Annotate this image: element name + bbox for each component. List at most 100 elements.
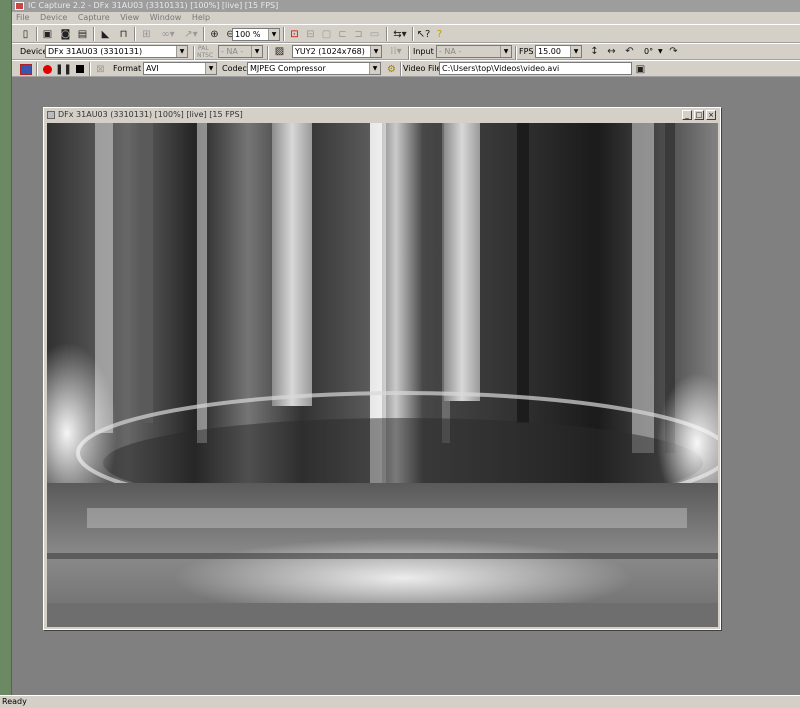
video-norm-select[interactable]: - NA - ▼ [218, 45, 263, 58]
menu-view[interactable]: View [116, 12, 143, 24]
paste-icon[interactable]: ▭ [367, 27, 382, 41]
chevron-down-icon: ▼ [370, 46, 381, 57]
desktop-edge [0, 0, 12, 695]
flip-horizontal-icon[interactable]: ↔ [604, 44, 619, 58]
device-value: DFx 31AU03 (3310131) [48, 47, 143, 56]
close-button[interactable]: × [706, 110, 716, 120]
histogram-icon[interactable]: ◣ [98, 27, 113, 41]
video-file-field[interactable]: C:\Users\top\Videos\video.avi [439, 62, 632, 75]
zoom-in-icon[interactable]: ⊕ [207, 27, 222, 41]
menu-device[interactable]: Device [36, 12, 71, 24]
stop-icon [75, 65, 84, 73]
context-help-icon[interactable]: ↖? [416, 27, 431, 41]
codec-properties-icon[interactable]: ⚙ [384, 62, 399, 76]
record-button[interactable] [40, 62, 55, 76]
new-file-icon[interactable]: ▯ [18, 27, 33, 41]
capture-settings-glyph [19, 63, 32, 75]
ntsc-label: NTSC [197, 52, 214, 59]
codec-label: Codec [222, 64, 247, 73]
menu-window[interactable]: Window [146, 12, 186, 24]
chevron-down-icon: ▼ [176, 46, 187, 57]
rotate-right-icon[interactable]: ↷ [666, 44, 681, 58]
toolbar-separator [89, 62, 91, 76]
save-icon[interactable]: ▣ [40, 27, 55, 41]
app-icon [15, 2, 24, 10]
input-select[interactable]: - NA - ▼ [436, 45, 512, 58]
menu-file[interactable]: File [12, 12, 33, 24]
crop-icon[interactable]: ⊏ [335, 27, 350, 41]
toolbar-separator [515, 46, 517, 60]
toolbar-separator [408, 46, 410, 60]
live-video-frame [47, 123, 718, 627]
chevron-down-icon: ▼ [369, 63, 380, 74]
zoom-select[interactable]: 100 % ▼ [232, 28, 280, 41]
video-format-icon[interactable]: ▨ [272, 44, 287, 58]
frame-icon[interactable]: ▢ [319, 27, 334, 41]
snapshot-icon[interactable]: ▤ [75, 27, 90, 41]
main-toolbar: ▯ ▣ ◙ ▤ ◣ ⊓ ⊞ ∞▾ ↗▾ ⊕ ⊖ 100 % ▼ ⊡ ⊟ ▢ ⊏ … [12, 24, 800, 43]
fps-label: FPS [519, 47, 534, 56]
toolbar-separator [193, 46, 195, 60]
roi-icon[interactable]: ⊡ [287, 27, 302, 41]
rotation-value[interactable]: 0° [644, 45, 653, 58]
camera-icon[interactable]: ◙ [58, 27, 73, 41]
device-settings-icon[interactable]: ⊞ [139, 27, 154, 41]
record-icon [43, 64, 52, 74]
binning-icon[interactable]: ⁞⁞▾ [386, 44, 406, 58]
file-format-value: AVI [146, 64, 159, 73]
chevron-down-icon: ▼ [500, 46, 511, 57]
video-window-titlebar[interactable]: DFx 31AU03 (3310131) [100%] [live] [15 F… [44, 108, 720, 122]
menu-capture[interactable]: Capture [74, 12, 114, 24]
toolbar-separator [283, 27, 285, 41]
toolbar-separator [412, 27, 414, 41]
codec-value: MJPEG Compressor [250, 64, 326, 73]
status-bar: Ready [0, 695, 800, 708]
minimize-button[interactable]: _ [682, 110, 692, 120]
browse-file-icon[interactable]: ▣ [633, 62, 648, 76]
toolbar-separator [386, 27, 388, 41]
live-video-window: DFx 31AU03 (3310131) [100%] [live] [15 F… [43, 107, 721, 630]
fps-value: 15.00 [538, 47, 561, 56]
video-file-label: Video File [403, 64, 442, 73]
capture-settings-icon[interactable] [18, 62, 33, 76]
video-window-title: DFx 31AU03 (3310131) [100%] [live] [15 F… [58, 110, 243, 119]
adjust-icon[interactable]: ↗▾ [180, 27, 202, 41]
zoom-value: 100 % [235, 30, 261, 39]
toolbar-separator [36, 27, 38, 41]
format-label: Format [113, 64, 142, 73]
stop-button[interactable] [72, 62, 87, 76]
frame-rate-icon[interactable]: ⊠ [93, 62, 108, 76]
toolbar-separator [36, 62, 38, 76]
flip-vertical-icon[interactable]: ↕ [587, 44, 602, 58]
grid-icon[interactable]: ⊟ [303, 27, 318, 41]
chevron-down-icon[interactable]: ▼ [658, 45, 663, 58]
menu-bar: File Device Capture View Window Help [12, 12, 800, 24]
camera-image [47, 123, 718, 627]
copy-icon[interactable]: ⊐ [351, 27, 366, 41]
navigate-icon[interactable]: ⇆▾ [390, 27, 410, 41]
app-titlebar: IC Capture 2.2 - DFx 31AU03 (3310131) [1… [12, 0, 800, 12]
device-label: Device [20, 47, 48, 56]
chevron-down-icon: ▼ [205, 63, 216, 74]
file-format-select[interactable]: AVI ▼ [143, 62, 217, 75]
toolbar-separator [203, 27, 205, 41]
codec-select[interactable]: MJPEG Compressor ▼ [247, 62, 381, 75]
video-format-select[interactable]: YUY2 (1024x768) ▼ [292, 45, 382, 58]
toolbar-separator [267, 46, 269, 60]
fps-select[interactable]: 15.00 ▼ [535, 45, 582, 58]
menu-help[interactable]: Help [188, 12, 214, 24]
device-select[interactable]: DFx 31AU03 (3310131) ▼ [45, 45, 188, 58]
rotate-left-icon[interactable]: ↶ [622, 44, 637, 58]
pause-button[interactable]: ❚❚ [55, 62, 72, 76]
status-text: Ready [2, 697, 27, 706]
device-toolbar: Device DFx 31AU03 (3310131) ▼ PAL NTSC -… [12, 43, 800, 60]
input-value: - NA - [439, 47, 462, 56]
help-icon[interactable]: ? [432, 27, 447, 41]
maximize-button[interactable]: □ [694, 110, 704, 120]
overlay-icon[interactable]: ∞▾ [157, 27, 179, 41]
toolbar-separator [400, 62, 402, 76]
trigger-icon[interactable]: ⊓ [116, 27, 131, 41]
video-norm-value: - NA - [221, 47, 244, 56]
video-window-icon [47, 111, 55, 119]
video-format-value: YUY2 (1024x768) [295, 47, 365, 56]
